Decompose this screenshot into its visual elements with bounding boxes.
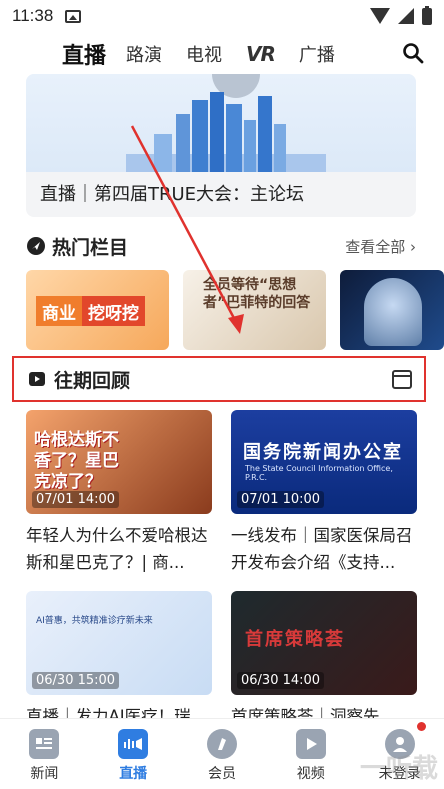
hot-card-business[interactable]: 商业 挖呀挖 bbox=[26, 270, 169, 350]
hot-columns-carousel[interactable]: 商业 挖呀挖 全员等待“思想者”巴菲特的回答 bbox=[26, 270, 444, 350]
thumbnail-text: 哈根达斯不香了？星巴克凉了？ bbox=[34, 430, 119, 492]
wifi-icon bbox=[370, 8, 390, 24]
video-thumbnail: 国务院新闻办公室 The State Council Information O… bbox=[231, 410, 417, 514]
featured-banner-image bbox=[26, 74, 416, 172]
past-reviews-header: 往期回顾 bbox=[12, 356, 426, 402]
nav-live[interactable]: 直播 bbox=[89, 719, 178, 789]
nav-member[interactable]: 会员 bbox=[178, 719, 267, 789]
tab-live[interactable]: 直播 bbox=[62, 38, 106, 70]
video-item[interactable]: 哈根达斯不香了？星巴克凉了？ 07/01 14:00 年轻人为什么不爱哈根达斯和… bbox=[26, 410, 212, 576]
nav-news[interactable]: 新闻 bbox=[0, 719, 89, 789]
status-icons bbox=[370, 5, 432, 25]
video-time: 06/30 14:00 bbox=[237, 672, 325, 689]
robot-image bbox=[364, 278, 422, 346]
image-notification-icon bbox=[65, 9, 82, 23]
video-thumbnail: AI普惠，共筑精准诊疗新未来 06/30 15:00 bbox=[26, 591, 212, 695]
business-tag-b: 挖呀挖 bbox=[82, 296, 145, 326]
hot-card-headline: 全员等待“思想者”巴菲特的回答 bbox=[203, 277, 311, 311]
nav-live-label: 直播 bbox=[119, 766, 148, 782]
featured-live-card[interactable]: 直播｜第四届TRUE大会：主论坛 bbox=[26, 74, 416, 217]
video-thumbnail: 哈根达斯不香了？星巴克凉了？ 07/01 14:00 bbox=[26, 410, 212, 514]
view-all-link[interactable]: 查看全部 › bbox=[345, 236, 416, 257]
play-box-icon bbox=[29, 372, 45, 386]
status-bar: 11:38 bbox=[0, 0, 444, 32]
tab-vr[interactable]: VR bbox=[246, 42, 276, 66]
navigate-icon bbox=[27, 237, 45, 255]
video-item[interactable]: 国务院新闻办公室 The State Council Information O… bbox=[231, 410, 417, 576]
top-nav: 直播 路演 电视 VR 广播 bbox=[0, 34, 444, 74]
business-tag-a: 商业 bbox=[36, 296, 82, 326]
tab-roadshow[interactable]: 路演 bbox=[126, 41, 162, 67]
thumbnail-text: AI普惠，共筑精准诊疗新未来 bbox=[36, 616, 153, 626]
status-time: 11:38 bbox=[12, 6, 54, 25]
calendar-icon[interactable] bbox=[392, 369, 412, 389]
video-time: 07/01 14:00 bbox=[32, 491, 120, 508]
thumbnail-subtext: The State Council Information Office, P.… bbox=[245, 464, 393, 482]
news-icon bbox=[29, 729, 60, 759]
business-tag: 商业 挖呀挖 bbox=[36, 296, 145, 326]
video-caption: 一线发布｜国家医保局召开发布会介绍《支持... bbox=[231, 526, 413, 572]
nav-video[interactable]: 视频 bbox=[266, 719, 355, 789]
live-icon bbox=[118, 729, 149, 759]
signal-icon bbox=[398, 8, 414, 24]
member-icon bbox=[206, 729, 237, 759]
tab-radio[interactable]: 广播 bbox=[299, 41, 335, 67]
featured-title: 直播｜第四届TRUE大会：主论坛 bbox=[40, 184, 305, 205]
video-time: 06/30 15:00 bbox=[32, 672, 120, 689]
hot-columns-header: 热门栏目 查看全部 › bbox=[26, 232, 416, 260]
notification-dot bbox=[417, 722, 426, 731]
past-reviews-title: 往期回顾 bbox=[54, 369, 131, 392]
thumbnail-text: 首席策略荟 bbox=[245, 629, 345, 650]
battery-icon bbox=[422, 5, 432, 25]
video-icon bbox=[295, 729, 326, 759]
video-caption: 年轻人为什么不爱哈根达斯和星巴克了？| 商... bbox=[26, 526, 208, 572]
watermark: 一听载 bbox=[359, 754, 438, 784]
thumbnail-text: 国务院新闻办公室 bbox=[243, 442, 403, 463]
hot-card-ai[interactable] bbox=[340, 270, 444, 350]
hot-columns-title: 热门栏目 bbox=[52, 236, 129, 259]
video-time: 07/01 10:00 bbox=[237, 491, 325, 508]
search-icon[interactable] bbox=[402, 42, 424, 64]
tab-tv[interactable]: 电视 bbox=[186, 41, 222, 67]
nav-news-label: 新闻 bbox=[30, 766, 59, 782]
nav-member-label: 会员 bbox=[207, 766, 236, 782]
hot-card-buffett[interactable]: 全员等待“思想者”巴菲特的回答 bbox=[183, 270, 326, 350]
nav-video-label: 视频 bbox=[296, 766, 325, 782]
video-thumbnail: 首席策略荟 06/30 14:00 bbox=[231, 591, 417, 695]
